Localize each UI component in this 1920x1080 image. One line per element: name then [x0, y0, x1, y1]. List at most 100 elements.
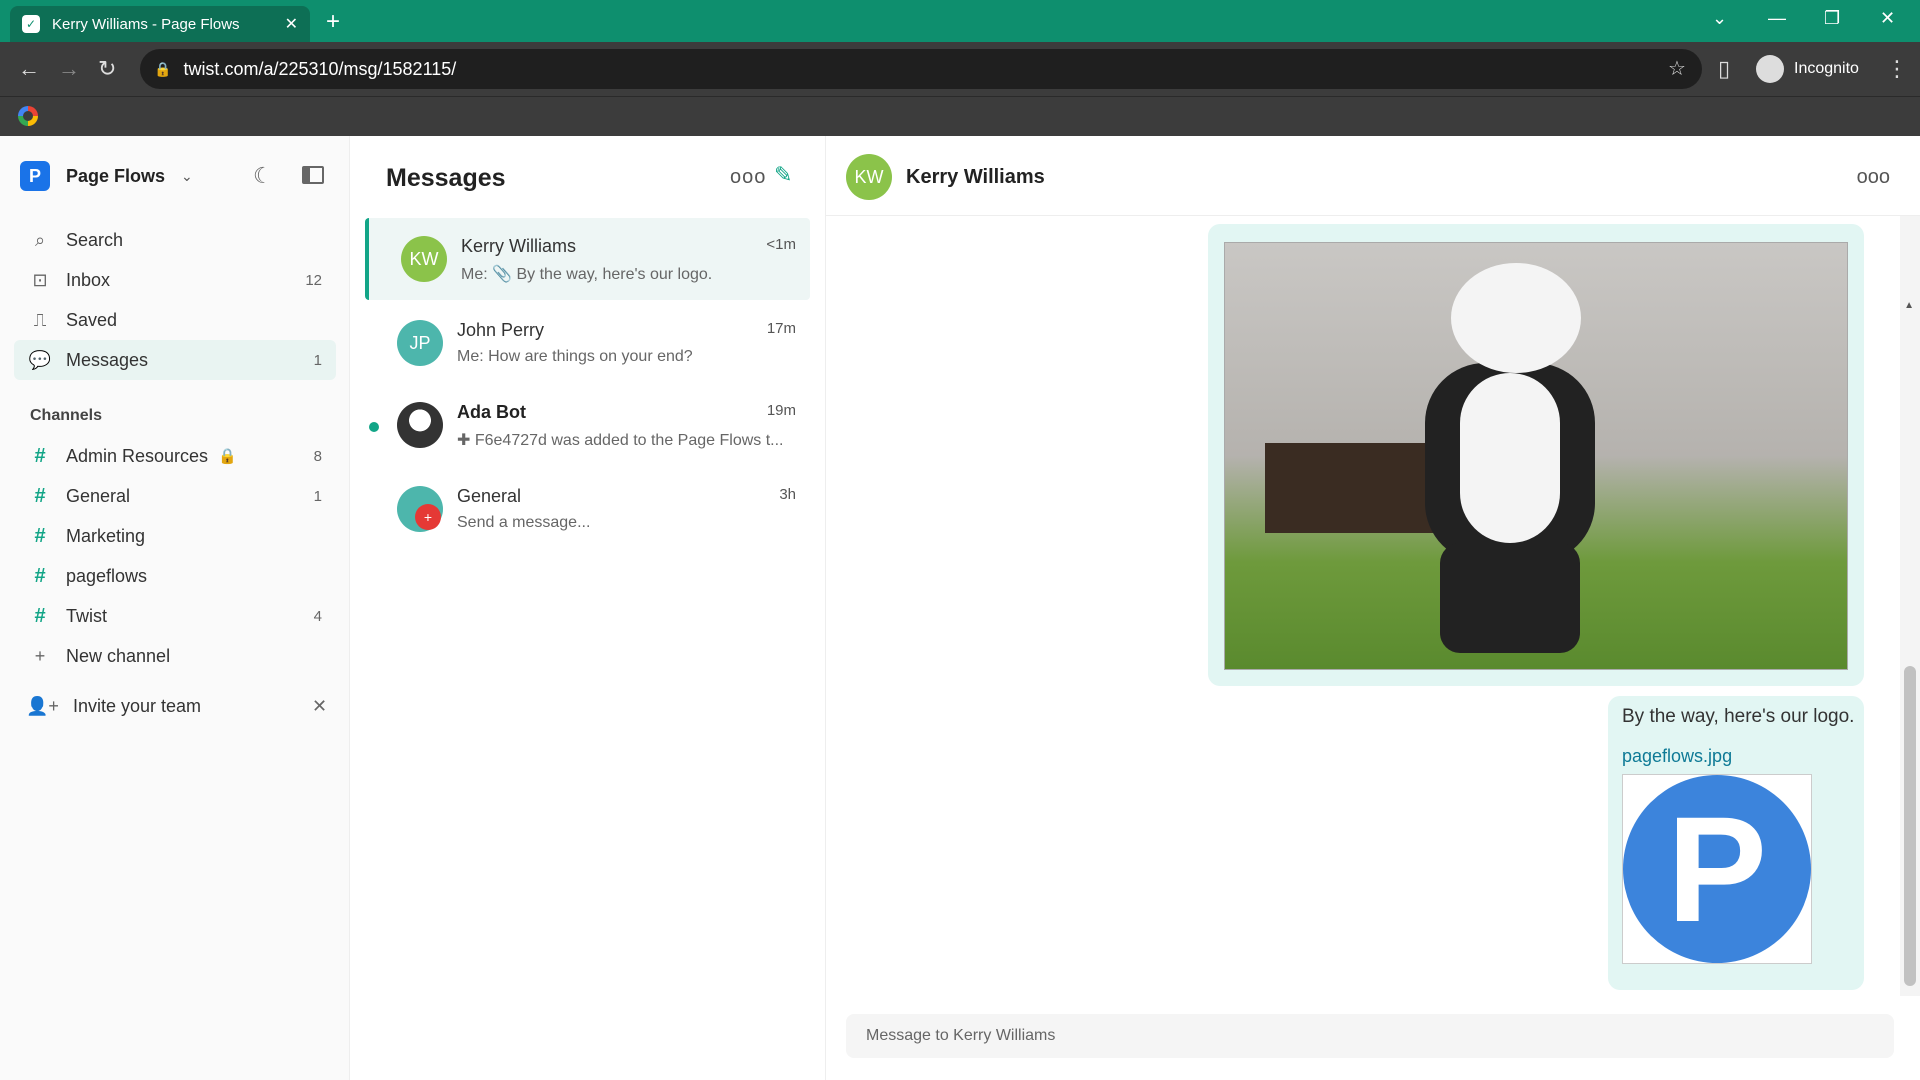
browser-tab[interactable]: ✓ Kerry Williams - Page Flows ✕ [10, 6, 310, 42]
invite-label: Invite your team [72, 696, 201, 716]
compose-icon[interactable]: ✎ [774, 162, 792, 188]
thread-header: KW Kerry Williams ooo [826, 136, 1920, 216]
sidebar-item-saved[interactable]: ⎍ Saved [14, 300, 336, 340]
new-channel-label: New channel [66, 645, 171, 666]
conversation-preview: Me: How are things on your end? [457, 348, 693, 365]
bookmark-star-icon[interactable]: ☆ [1668, 56, 1686, 81]
channel-count: 4 [313, 607, 322, 625]
google-icon[interactable] [18, 106, 38, 126]
channel-twist[interactable]: # Twist 4 [14, 596, 336, 636]
panda-gif-image[interactable] [1224, 242, 1848, 670]
channel-label: Admin Resources [66, 445, 209, 466]
search-icon: ⌕ [34, 229, 46, 250]
scrollbar[interactable]: ▲ [1900, 216, 1920, 996]
channel-admin-resources[interactable]: # Admin Resources 🔒 8 [14, 436, 336, 476]
sidebar-item-messages[interactable]: 💬 Messages 1 [14, 340, 336, 380]
channel-pageflows[interactable]: # pageflows [14, 556, 336, 596]
unread-dot [369, 422, 379, 432]
new-tab-icon[interactable]: + [326, 8, 340, 36]
sidebar-item-label: Saved [66, 309, 118, 330]
message-text: By the way, here's our logo. [1622, 706, 1855, 727]
conversation-item[interactable]: + General 3h Send a message... [365, 468, 810, 550]
conversation-item[interactable]: KW Kerry Williams <1m Me: 📎 By the way, … [365, 218, 810, 300]
hash-icon: # [34, 484, 46, 507]
conversation-thread: KW Kerry Williams ooo By the way, here's… [826, 136, 1920, 1080]
incognito-profile-button[interactable]: Incognito [1756, 51, 1859, 87]
avatar[interactable]: KW [846, 154, 892, 200]
channel-count: 1 [313, 487, 322, 505]
messages-panel: Messages ooo ✎ KW Kerry Williams <1m Me:… [350, 136, 826, 1080]
logo-message: By the way, here's our logo. pageflows.j… [1608, 696, 1864, 990]
back-icon[interactable]: ← [18, 56, 40, 82]
side-panel-icon[interactable]: ▯ [1718, 56, 1730, 82]
conversation-item[interactable]: JP John Perry 17m Me: How are things on … [365, 302, 810, 384]
tab-search-icon[interactable]: ⌄ [1712, 8, 1727, 29]
close-window-icon[interactable]: ✕ [1880, 8, 1895, 29]
close-tab-icon[interactable]: ✕ [285, 14, 298, 34]
reload-icon[interactable]: ↻ [98, 56, 116, 82]
scroll-up-icon[interactable]: ▲ [1904, 300, 1914, 311]
sidebar-item-inbox[interactable]: ⊡ Inbox 12 [14, 260, 336, 300]
conversation-name: John Perry [457, 320, 545, 340]
conversation-name: Kerry Williams [461, 236, 576, 256]
plus-icon: + [34, 645, 46, 666]
invite-team-button[interactable]: 👤+ Invite your team [26, 696, 201, 717]
panda-legs [1440, 543, 1580, 653]
conversation-preview: ✚ F6e4727d was added to the Page Flows t… [457, 432, 784, 449]
workspace-logo: P [20, 161, 50, 191]
channel-label: General [66, 485, 131, 506]
browser-tabstrip: ✓ Kerry Williams - Page Flows ✕ + ⌄ — ❐ … [0, 0, 1920, 42]
sidebar-item-search[interactable]: ⌕ Search [14, 220, 336, 260]
close-icon[interactable]: ✕ [312, 696, 327, 717]
channel-label: pageflows [66, 565, 148, 586]
more-options-icon[interactable]: ooo [730, 166, 766, 189]
more-options-icon[interactable]: ooo [1857, 166, 1890, 189]
tab-title: Kerry Williams - Page Flows [52, 15, 240, 33]
lock-icon: 🔒 [218, 448, 237, 465]
dark-mode-moon-icon[interactable]: ☾ [253, 163, 273, 189]
profile-label: Incognito [1794, 60, 1859, 77]
scrollbar-thumb[interactable] [1904, 666, 1916, 986]
conversation-preview: Me: 📎 By the way, here's our logo. [461, 266, 713, 283]
forward-icon[interactable]: → [58, 56, 80, 82]
attachment-thumbnail[interactable]: P [1622, 774, 1812, 964]
messages-count: 1 [313, 351, 322, 369]
channel-label: Twist [66, 605, 108, 626]
conversation-time: 17m [766, 320, 796, 337]
channels-heading: Channels [30, 407, 103, 424]
avatar: KW [401, 236, 447, 282]
new-channel-button[interactable]: + New channel [14, 636, 336, 676]
url-field[interactable]: 🔒 twist.com/a/225310/msg/1582115/ [140, 49, 1702, 89]
channel-marketing[interactable]: # Marketing [14, 516, 336, 556]
message-input[interactable] [866, 1027, 1894, 1045]
hash-icon: # [34, 444, 46, 467]
attachment-link[interactable]: pageflows.jpg [1622, 746, 1732, 767]
contact-name[interactable]: Kerry Williams [906, 166, 1045, 189]
conversation-time: 3h [779, 486, 796, 503]
conversation-name: Ada Bot [457, 402, 526, 422]
twist-favicon-icon: ✓ [22, 15, 40, 33]
message-composer[interactable] [846, 1014, 1894, 1058]
toggle-sidebar-icon[interactable] [302, 166, 324, 184]
avatar: JP [397, 320, 443, 366]
hash-icon: # [34, 604, 46, 627]
conversation-item[interactable]: Ada Bot 19m ✚ F6e4727d was added to the … [365, 384, 810, 466]
restore-icon[interactable]: ❐ [1824, 8, 1840, 29]
conversation-preview: Send a message... [457, 514, 591, 531]
incognito-icon [1756, 55, 1784, 83]
workspace-switcher[interactable]: P Page Flows ⌄ [20, 161, 193, 191]
browser-menu-icon[interactable]: ⋮ [1886, 56, 1908, 82]
gif-message [1208, 224, 1864, 686]
channel-general[interactable]: # General 1 [14, 476, 336, 516]
pageflows-logo: P [1623, 775, 1811, 963]
inbox-icon: ⊡ [32, 269, 48, 290]
channel-label: Marketing [66, 525, 146, 546]
inbox-count: 12 [305, 271, 322, 289]
panda-head [1451, 263, 1581, 373]
bot-avatar [397, 402, 443, 448]
minimize-icon[interactable]: — [1768, 8, 1786, 29]
channel-avatar: + [397, 486, 443, 532]
conversation-time: <1m [766, 236, 796, 253]
chevron-down-icon: ⌄ [181, 167, 193, 184]
chat-bubble-icon: 💬 [28, 349, 52, 370]
